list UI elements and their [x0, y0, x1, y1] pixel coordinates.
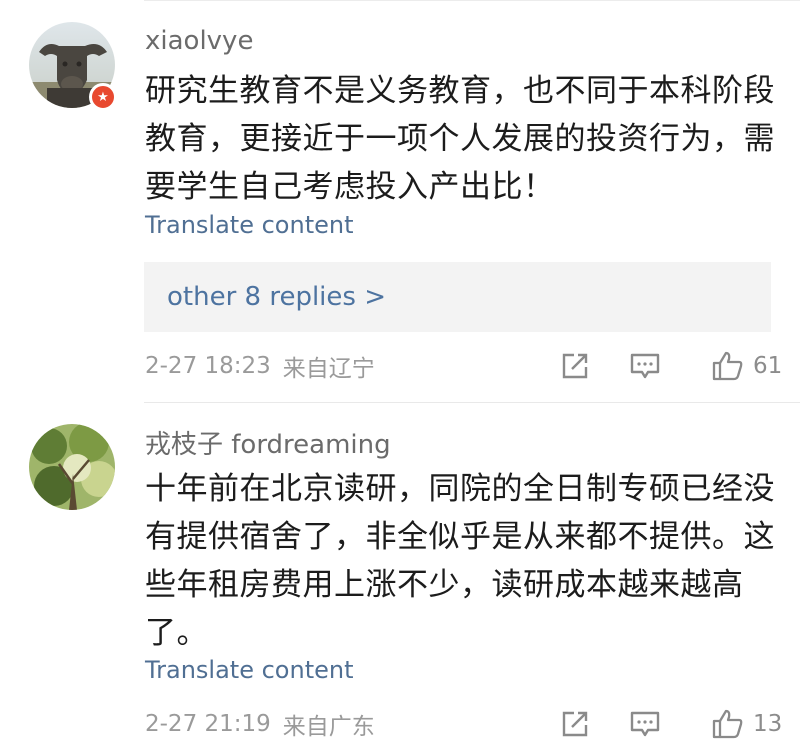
thumbs-up-icon	[712, 351, 743, 381]
username[interactable]: 戎枝子 fordreaming	[145, 424, 391, 461]
comment-text-line: 研究生教育不是义务教育，也不同于本科阶段	[145, 73, 775, 109]
like-button[interactable]: 13	[711, 706, 785, 742]
thumbs-up-icon	[712, 709, 743, 739]
comment-text-line: 有提供宿舍了，非全似乎是从来都不提供。这	[145, 519, 775, 555]
comment-meta: 2-27 18:23 来自辽宁 61	[145, 348, 785, 384]
verified-badge-icon: ★	[89, 83, 117, 111]
comment-text-line: 要学生自己考虑投入产出比！	[145, 169, 555, 205]
comment-item: ★ xiaolvye 研究生教育不是义务教育，也不同于本科阶段 教育，更接近于一…	[0, 0, 800, 392]
translate-content-link[interactable]: Translate content	[145, 211, 354, 239]
comment-text: 十年前在北京读研，同院的全日制专硕已经没 有提供宿舍了，非全似乎是从来都不提供。…	[145, 465, 775, 657]
avatar[interactable]	[29, 424, 115, 510]
reply-button[interactable]	[629, 706, 661, 742]
comment-text-line: 教育，更接近于一项个人发展的投资行为，需	[145, 121, 775, 157]
more-replies-button[interactable]: other 8 replies >	[144, 262, 771, 332]
reply-button[interactable]	[629, 348, 661, 384]
share-icon	[562, 711, 588, 737]
comment-text: 研究生教育不是义务教育，也不同于本科阶段 教育，更接近于一项个人发展的投资行为，…	[145, 67, 775, 211]
like-count: 13	[753, 711, 783, 737]
comment-text-line: 些年租房费用上涨不少，读研成本越来越高	[145, 567, 744, 603]
username[interactable]: xiaolvye	[145, 26, 253, 56]
tree-photo-avatar	[29, 424, 115, 510]
share-button[interactable]	[560, 706, 590, 742]
more-replies-label: other 8 replies >	[167, 282, 386, 312]
timestamp: 2-27 21:19	[145, 711, 271, 737]
comment-text-line: 了。	[145, 615, 208, 651]
translate-content-link[interactable]: Translate content	[145, 656, 354, 684]
like-count: 61	[753, 353, 783, 379]
comment-text-line: 十年前在北京读研，同院的全日制专硕已经没	[145, 471, 775, 507]
comment-meta: 2-27 21:19 来自广东 13	[145, 706, 785, 742]
share-icon	[562, 353, 588, 379]
comment-divider	[144, 402, 800, 403]
comment-icon	[630, 711, 660, 737]
comment-icon	[630, 353, 660, 379]
share-button[interactable]	[560, 348, 590, 384]
location: 来自辽宁	[282, 356, 375, 382]
like-button[interactable]: 61	[711, 348, 785, 384]
timestamp: 2-27 18:23	[145, 353, 271, 379]
location: 来自广东	[282, 714, 375, 740]
comment-item: 戎枝子 fordreaming 十年前在北京读研，同院的全日制专硕已经没 有提供…	[0, 404, 800, 751]
